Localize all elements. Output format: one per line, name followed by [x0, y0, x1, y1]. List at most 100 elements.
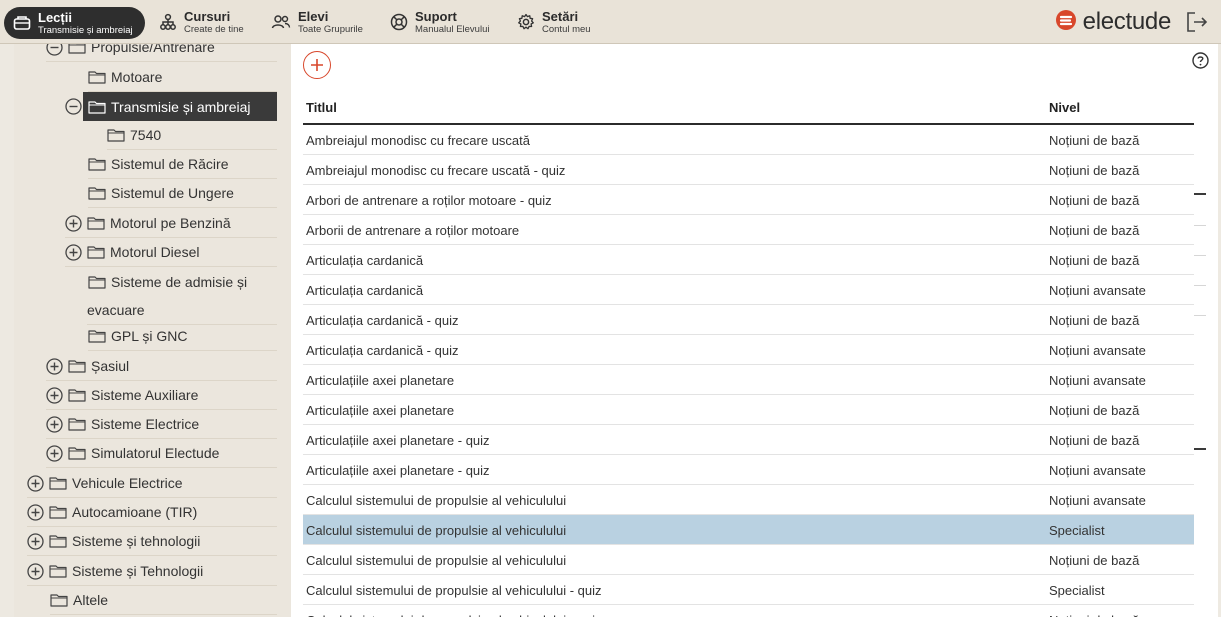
tree-item[interactable]: Simulatorul Electude [46, 439, 277, 468]
logout-icon[interactable] [1185, 11, 1209, 33]
lesson-level-cell: Noțiuni avansate [1049, 343, 1146, 358]
folder-icon [49, 505, 67, 519]
table-row[interactable]: Calculul sistemului de propulsie al vehi… [303, 485, 1194, 515]
tree-item[interactable]: Motorul pe Benzină [65, 209, 277, 238]
expand-icon[interactable] [46, 444, 63, 462]
nav-settings[interactable]: Setări Contul meu [516, 0, 591, 44]
expand-icon[interactable] [46, 386, 63, 404]
tree-item[interactable]: Motorul Diesel [65, 238, 277, 267]
tree-item[interactable]: Propulsie/Antrenare [46, 44, 277, 62]
collapse-icon[interactable] [46, 44, 63, 56]
tree-item[interactable]: 7540 [107, 121, 277, 150]
lesson-title-cell: Arbori de antrenare a roților motoare - … [306, 193, 552, 208]
folder-icon [68, 359, 86, 373]
lesson-title-cell: Calculul sistemului de propulsie al vehi… [306, 613, 602, 617]
lesson-level-cell: Noțiuni de bază [1049, 553, 1140, 568]
lesson-title-cell: Articulațiile axei planetare - quiz [306, 433, 490, 448]
tree-item-label: Simulatorul Electude [91, 445, 220, 461]
nav-courses[interactable]: Cursuri Create de tine [158, 0, 244, 44]
expand-icon[interactable] [27, 503, 44, 521]
add-lesson-button[interactable] [303, 51, 331, 79]
lesson-level-cell: Noțiuni de bază [1049, 133, 1140, 148]
lesson-level-cell: Specialist [1049, 523, 1105, 538]
table-row[interactable]: Calculul sistemului de propulsie al vehi… [303, 575, 1194, 605]
tree-item[interactable]: Altele [50, 586, 277, 615]
nav-support[interactable]: Suport Manualul Elevului [389, 0, 489, 44]
nav-support-title: Suport [415, 8, 457, 24]
collapse-icon[interactable] [65, 98, 82, 115]
support-icon [389, 12, 409, 32]
expand-icon[interactable] [46, 357, 63, 375]
lesson-title-cell: Calculul sistemului de propulsie al vehi… [306, 523, 567, 538]
folder-icon [107, 128, 125, 142]
lesson-title-cell: Calculul sistemului de propulsie al vehi… [306, 553, 567, 568]
column-header-level[interactable]: Nivel [1049, 100, 1080, 115]
table-row[interactable]: Articulațiile axei planetare Noțiuni de b… [303, 395, 1194, 425]
expand-icon[interactable] [65, 243, 82, 261]
table-row[interactable]: Articulația cardanică - quiz Noțiuni de b… [303, 305, 1194, 335]
tree-item-label: Sisteme și Tehnologii [72, 563, 204, 579]
students-icon [270, 12, 292, 32]
lesson-level-cell: Noțiuni avansate [1049, 373, 1146, 388]
tree-item[interactable]: Motoare [88, 63, 277, 92]
tree-item[interactable]: Vehicule Electrice [27, 469, 277, 498]
expand-icon[interactable] [27, 474, 44, 492]
nav-lessons[interactable]: Lecții Transmisie și ambreiaj [4, 7, 145, 39]
brand-name: electude [1082, 8, 1172, 35]
tree-item[interactable]: Șasiul [46, 352, 277, 381]
tree-item-label: Motorul pe Benzină [110, 215, 231, 231]
table-row[interactable]: Articulațiile axei planetare Noțiuni avan… [303, 365, 1194, 395]
electude-logo-icon [1055, 9, 1077, 36]
tree-item[interactable]: Sisteme și tehnologii [27, 527, 277, 556]
table-row[interactable]: Calculul sistemului de propulsie al vehi… [303, 515, 1194, 545]
nav-support-subtitle: Manualul Elevului [415, 23, 490, 35]
tree-item[interactable]: Sisteme Auxiliare [46, 381, 277, 410]
table-row[interactable]: Arborii de antrenare a roților motoare No… [303, 215, 1194, 245]
help-icon[interactable] [1192, 52, 1209, 69]
tree-item-label: Șasiul [91, 358, 130, 374]
folder-icon [50, 593, 68, 607]
plus-icon [311, 59, 323, 71]
tree-item[interactable]: Sisteme de admisie și [88, 267, 277, 296]
lesson-title-cell: Articulația cardanică - quiz [306, 343, 459, 358]
table-row[interactable]: Ambreiajul monodisc cu frecare uscată - … [303, 155, 1194, 185]
tree-item[interactable]: Sisteme Electrice [46, 410, 277, 439]
table-row[interactable]: Arbori de antrenare a roților motoare - … [303, 185, 1194, 215]
expand-icon[interactable] [46, 415, 63, 433]
tree-item[interactable]: Sisteme și Tehnologii [27, 557, 277, 586]
table-row[interactable]: Articulațiile axei planetare - quiz Noțiu… [303, 425, 1194, 455]
lesson-level-cell: Noțiuni de bază [1049, 223, 1140, 238]
lesson-level-cell: Noțiuni de bază [1049, 403, 1140, 418]
lessons-icon [12, 13, 32, 33]
tree-item[interactable]: Autocamioane (TIR) [27, 498, 277, 527]
brand-logo[interactable]: electude [1055, 8, 1171, 36]
scroll-marker [1194, 315, 1206, 316]
nav-students[interactable]: Elevi Toate Grupurile [270, 0, 363, 44]
table-row[interactable]: Calculul sistemului de propulsie al vehi… [303, 545, 1194, 575]
table-row[interactable]: Articulația cardanică Noțiuni avansate [303, 275, 1194, 305]
table-row[interactable]: Articulația cardanică - quiz Noțiuni avan… [303, 335, 1194, 365]
tree-item[interactable]: Sistemul de Ungere [88, 179, 277, 208]
table-row[interactable]: Calculul sistemului de propulsie al vehi… [303, 605, 1194, 617]
tree-item-label: Transmisie și ambreiaj [111, 98, 251, 115]
tree-item[interactable]: Transmisie și ambreiaj [83, 92, 277, 121]
tree-item-label: Sistemul de Răcire [111, 156, 229, 172]
tree-item-label: Motorul Diesel [110, 244, 200, 260]
column-header-title[interactable]: Titlul [306, 100, 337, 115]
table-row[interactable]: Articulațiile axei planetare - quiz Noțiu… [303, 455, 1194, 485]
lesson-level-cell: Noțiuni avansate [1049, 493, 1146, 508]
tree-item[interactable]: evacuare [87, 296, 277, 325]
expand-icon[interactable] [65, 214, 82, 232]
table-row[interactable]: Articulația cardanică Noțiuni de bază [303, 245, 1194, 275]
table-row[interactable]: Ambreiajul monodisc cu frecare uscată Noț… [303, 125, 1194, 155]
expand-icon[interactable] [27, 562, 44, 580]
tree-item[interactable]: Sistemul de Răcire [88, 150, 277, 179]
nav-settings-subtitle: Contul meu [542, 23, 591, 35]
folder-icon [88, 157, 106, 171]
folder-icon [87, 245, 105, 259]
tree-item-label: Altele [73, 592, 109, 608]
expand-icon[interactable] [27, 532, 44, 550]
tree-item[interactable]: GPL și GNC [88, 322, 277, 351]
lesson-title-cell: Articulațiile axei planetare - quiz [306, 463, 490, 478]
folder-icon [88, 329, 106, 343]
